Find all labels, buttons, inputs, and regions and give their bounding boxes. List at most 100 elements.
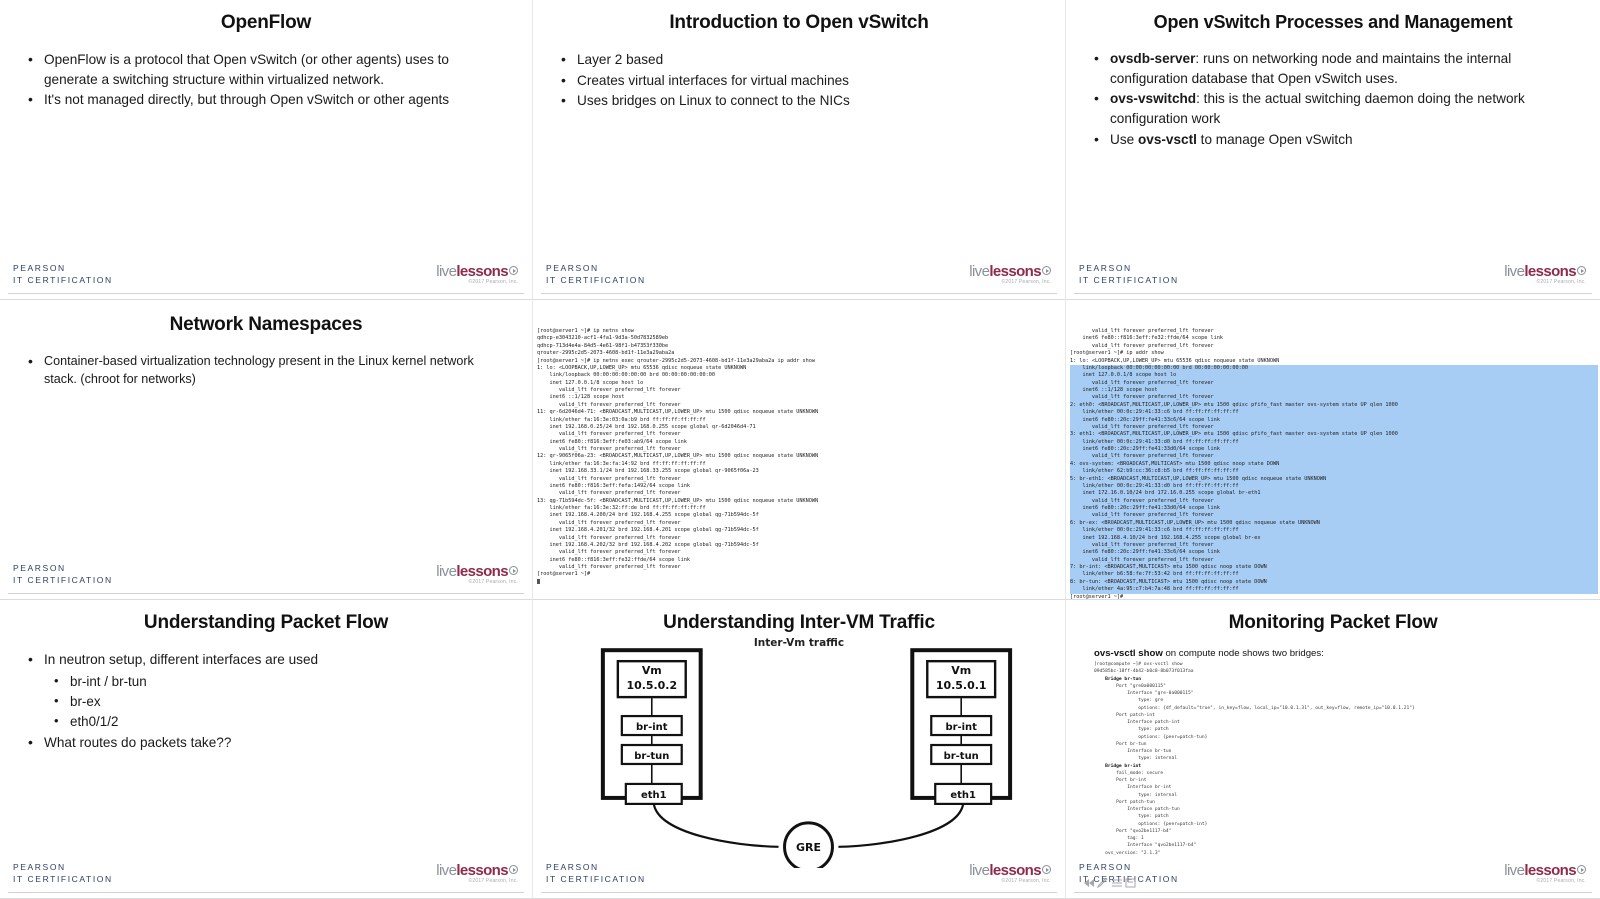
terminal-line: 11: qr-6d2046d4-71: <BROADCAST,MULTICAST… bbox=[537, 409, 819, 416]
terminal-line: 7: br-int: <BROADCAST,MULTICAST> mtu 150… bbox=[1070, 564, 1598, 572]
terminal-line: Bridge br-int bbox=[1105, 763, 1142, 769]
pearson-logo: PEARSON IT CERTIFICATION bbox=[546, 861, 646, 884]
terminal-line: fail_mode: secure bbox=[1116, 770, 1164, 776]
terminal-line: valid_lft forever preferred_lft forever bbox=[1091, 342, 1214, 349]
livelessons-logo: livelessons ©2017 Pearson, Inc. bbox=[1504, 263, 1586, 285]
pearson-logo: PEARSON IT CERTIFICATION bbox=[13, 861, 113, 884]
terminal-line: [root@server1 ~]# bbox=[1070, 593, 1127, 600]
terminal-line: Port patch-int bbox=[1116, 712, 1155, 718]
eth1-label-right: eth1 bbox=[950, 790, 976, 801]
terminal-line: valid_lft forever preferred_lft forever bbox=[558, 490, 681, 497]
terminal-line: inet6 fe80::f816:3eff:fe03:ab9/64 scope … bbox=[549, 438, 687, 445]
terminal-line: inet6 fe80::20c:29ff:fe41:33d0/64 scope … bbox=[1070, 505, 1598, 513]
slide-body: OpenFlow is a protocol that Open vSwitch… bbox=[0, 34, 532, 110]
slide-footer: PEARSON IT CERTIFICATION livelessons ©20… bbox=[0, 557, 532, 594]
terminal-line: Interface patch-int bbox=[1127, 720, 1180, 725]
slide-body: Container-based virtualization technolog… bbox=[0, 336, 532, 389]
terminal-line: valid_lft forever preferred_lft forever bbox=[558, 519, 681, 526]
terminal-line: 5: br-eth1: <BROADCAST,MULTICAST,UP,LOWE… bbox=[1070, 475, 1598, 483]
slide-ovs-processes[interactable]: Open vSwitch Processes and Management ov… bbox=[1066, 0, 1600, 300]
terminal-line: inet 192.168.4.202/32 brd 192.168.4.202 … bbox=[549, 541, 759, 548]
terminal-line: Interface br-int bbox=[1127, 785, 1172, 791]
livelessons-logo: livelessons ©2017 Pearson, Inc. bbox=[969, 263, 1051, 285]
terminal-line: inet 192.168.0.25/24 brd 192.168.0.255 s… bbox=[549, 423, 756, 430]
slide-intro-ovs[interactable]: Introduction to Open vSwitch Layer 2 bas… bbox=[533, 0, 1066, 300]
slide-netns-terminal[interactable]: [root@server1 ~]# ip netns show qdhcp-e3… bbox=[533, 300, 1066, 600]
vm-ip-left: 10.5.0.2 bbox=[626, 679, 677, 692]
livelessons-logo: livelessons ©2017 Pearson, Inc. bbox=[436, 563, 518, 585]
keyword: ovs-vsctl show bbox=[1094, 648, 1163, 659]
slide-packet-flow[interactable]: Understanding Packet Flow In neutron set… bbox=[0, 600, 533, 899]
slide-inter-vm-traffic[interactable]: Understanding Inter-VM Traffic Inter-Vm … bbox=[533, 600, 1066, 899]
terminal-line: [root@compute ~]# ovs-vsctl show bbox=[1094, 662, 1183, 667]
rewind-icon[interactable] bbox=[1083, 875, 1094, 887]
play-icon bbox=[1042, 865, 1051, 874]
terminal-line: type: patch bbox=[1138, 727, 1169, 733]
gre-label: GRE bbox=[796, 841, 821, 854]
br-tun-label-left: br-tun bbox=[634, 751, 669, 762]
monitoring-lead: ovs-vsctl show on compute node shows two… bbox=[1094, 648, 1324, 659]
terminal-line: Interface "gre-0a000115" bbox=[1127, 691, 1194, 696]
terminal-line: valid_lft forever preferred_lft forever bbox=[1070, 512, 1598, 520]
bullet-list: OpenFlow is a protocol that Open vSwitch… bbox=[22, 49, 502, 110]
terminal-line: link/ether 00:0c:29:41:33:c6 brd ff:ff:f… bbox=[1070, 527, 1598, 535]
slide-body: ovs-vsctl show on compute node shows two… bbox=[1066, 634, 1600, 857]
page-title: Understanding Packet Flow bbox=[143, 612, 389, 633]
slide-body: Layer 2 based Creates virtual interfaces… bbox=[533, 34, 1065, 111]
bullet-list: Layer 2 based Creates virtual interfaces… bbox=[555, 49, 1035, 111]
terminal-line: 1: lo: <LOOPBACK,UP,LOWER_UP> mtu 65536 … bbox=[537, 364, 747, 371]
list-item: Layer 2 based bbox=[555, 49, 1035, 70]
terminal-line: link/loopback 00:00:00:00:00:00 brd 00:0… bbox=[1070, 364, 1598, 373]
terminal-line: 09d585bc-18ff-4b42-b0c8-8b073f013faa bbox=[1094, 669, 1194, 675]
vm-label-left: Vm bbox=[642, 664, 662, 677]
page-title: OpenFlow bbox=[220, 12, 312, 33]
terminal-line: valid_lft forever preferred_lft forever bbox=[558, 534, 681, 541]
page-title: Open vSwitch Processes and Management bbox=[1153, 12, 1513, 32]
pearson-logo: PEARSON IT CERTIFICATION bbox=[546, 262, 646, 285]
terminal-line: 3: eth1: <BROADCAST,MULTICAST,UP,LOWER_U… bbox=[1070, 431, 1598, 439]
terminal-line: inet 192.168.4.201/32 brd 192.168.4.201 … bbox=[549, 527, 759, 534]
pencil-icon[interactable] bbox=[1096, 875, 1108, 889]
list-icon[interactable] bbox=[1111, 875, 1122, 887]
terminal-line: 13: qg-71b594dc-5f: <BROADCAST,MULTICAST… bbox=[537, 497, 819, 504]
keyword: ovsdb-server bbox=[1110, 51, 1196, 66]
terminal-output-ovs-vsctl[interactable]: [root@compute ~]# ovs-vsctl show 09d585b… bbox=[1094, 661, 1588, 857]
terminal-line: qdhcp-713d4e4a-84d5-4e61-98f1-b47353f330… bbox=[537, 342, 669, 349]
slide-network-namespaces[interactable]: Network Namespaces Container-based virtu… bbox=[0, 300, 533, 600]
terminal-line: 4: ovs-system: <BROADCAST,MULTICAST> mtu… bbox=[1070, 460, 1598, 469]
pearson-logo: PEARSON IT CERTIFICATION bbox=[13, 562, 113, 585]
keyword: ovs-vswitchd bbox=[1110, 91, 1197, 107]
list-item: What routes do packets take?? bbox=[22, 732, 502, 753]
terminal-line: 12: qr-9065f06a-23: <BROADCAST,MULTICAST… bbox=[537, 453, 819, 460]
slide-body: ovsdb-server: runs on networking node an… bbox=[1066, 33, 1600, 150]
terminal-line: valid_lft forever preferred_lft forever bbox=[558, 475, 681, 482]
terminal-line: inet6 fe80::20c:29ff:fe41:33c6/64 scope … bbox=[1070, 549, 1598, 557]
notes-icon[interactable] bbox=[1125, 875, 1136, 888]
terminal-line: type: internal bbox=[1138, 792, 1177, 798]
slide-thumbnail-grid: OpenFlow OpenFlow is a protocol that Ope… bbox=[0, 0, 1600, 899]
play-icon bbox=[509, 266, 518, 275]
terminal-line: inet 127.0.0.1/8 scope host lo bbox=[1070, 372, 1598, 380]
terminal-line: Port "qvo2be1117-b4" bbox=[1116, 828, 1172, 834]
terminal-line: Interface patch-tun bbox=[1127, 807, 1180, 812]
bullet-list: In neutron setup, different interfaces a… bbox=[22, 649, 502, 753]
terminal-output-ipaddr[interactable]: valid_lft forever preferred_lft forever … bbox=[1066, 300, 1600, 599]
play-icon bbox=[1577, 865, 1586, 874]
terminal-line: type: patch bbox=[1138, 814, 1169, 820]
br-int-label-right: br-int bbox=[945, 722, 977, 733]
terminal-line: valid_lft forever preferred_lft forever bbox=[1091, 328, 1214, 334]
terminal-output-netns[interactable]: [root@server1 ~]# ip netns show qdhcp-e3… bbox=[533, 300, 1065, 599]
terminal-line: link/ether fa:16:3e:32:ff:de brd ff:ff:f… bbox=[549, 505, 706, 511]
sub-bullet-list: br-int / br-tun br-ex eth0/1/2 bbox=[44, 671, 502, 732]
slide-ipaddr-terminal[interactable]: valid_lft forever preferred_lft forever … bbox=[1066, 300, 1600, 600]
terminal-line: Port br-tun bbox=[1116, 741, 1147, 747]
br-tun-label-right: br-tun bbox=[944, 751, 979, 762]
slide-monitoring-packet-flow[interactable]: Monitoring Packet Flow ovs-vsctl show on… bbox=[1066, 600, 1600, 899]
slide-openflow[interactable]: OpenFlow OpenFlow is a protocol that Ope… bbox=[0, 0, 533, 300]
video-player-controls[interactable] bbox=[1083, 875, 1136, 889]
terminal-line: link/ether 00:0c:29:41:33:c6 brd ff:ff:f… bbox=[1070, 409, 1598, 417]
terminal-line: valid_lft forever preferred_lft forever bbox=[1070, 453, 1598, 461]
list-item: It's not managed directly, but through O… bbox=[22, 89, 502, 110]
terminal-line: Interface br-tun bbox=[1127, 749, 1172, 754]
slide-footer: PEARSON IT CERTIFICATION livelessons ©20… bbox=[533, 856, 1065, 893]
